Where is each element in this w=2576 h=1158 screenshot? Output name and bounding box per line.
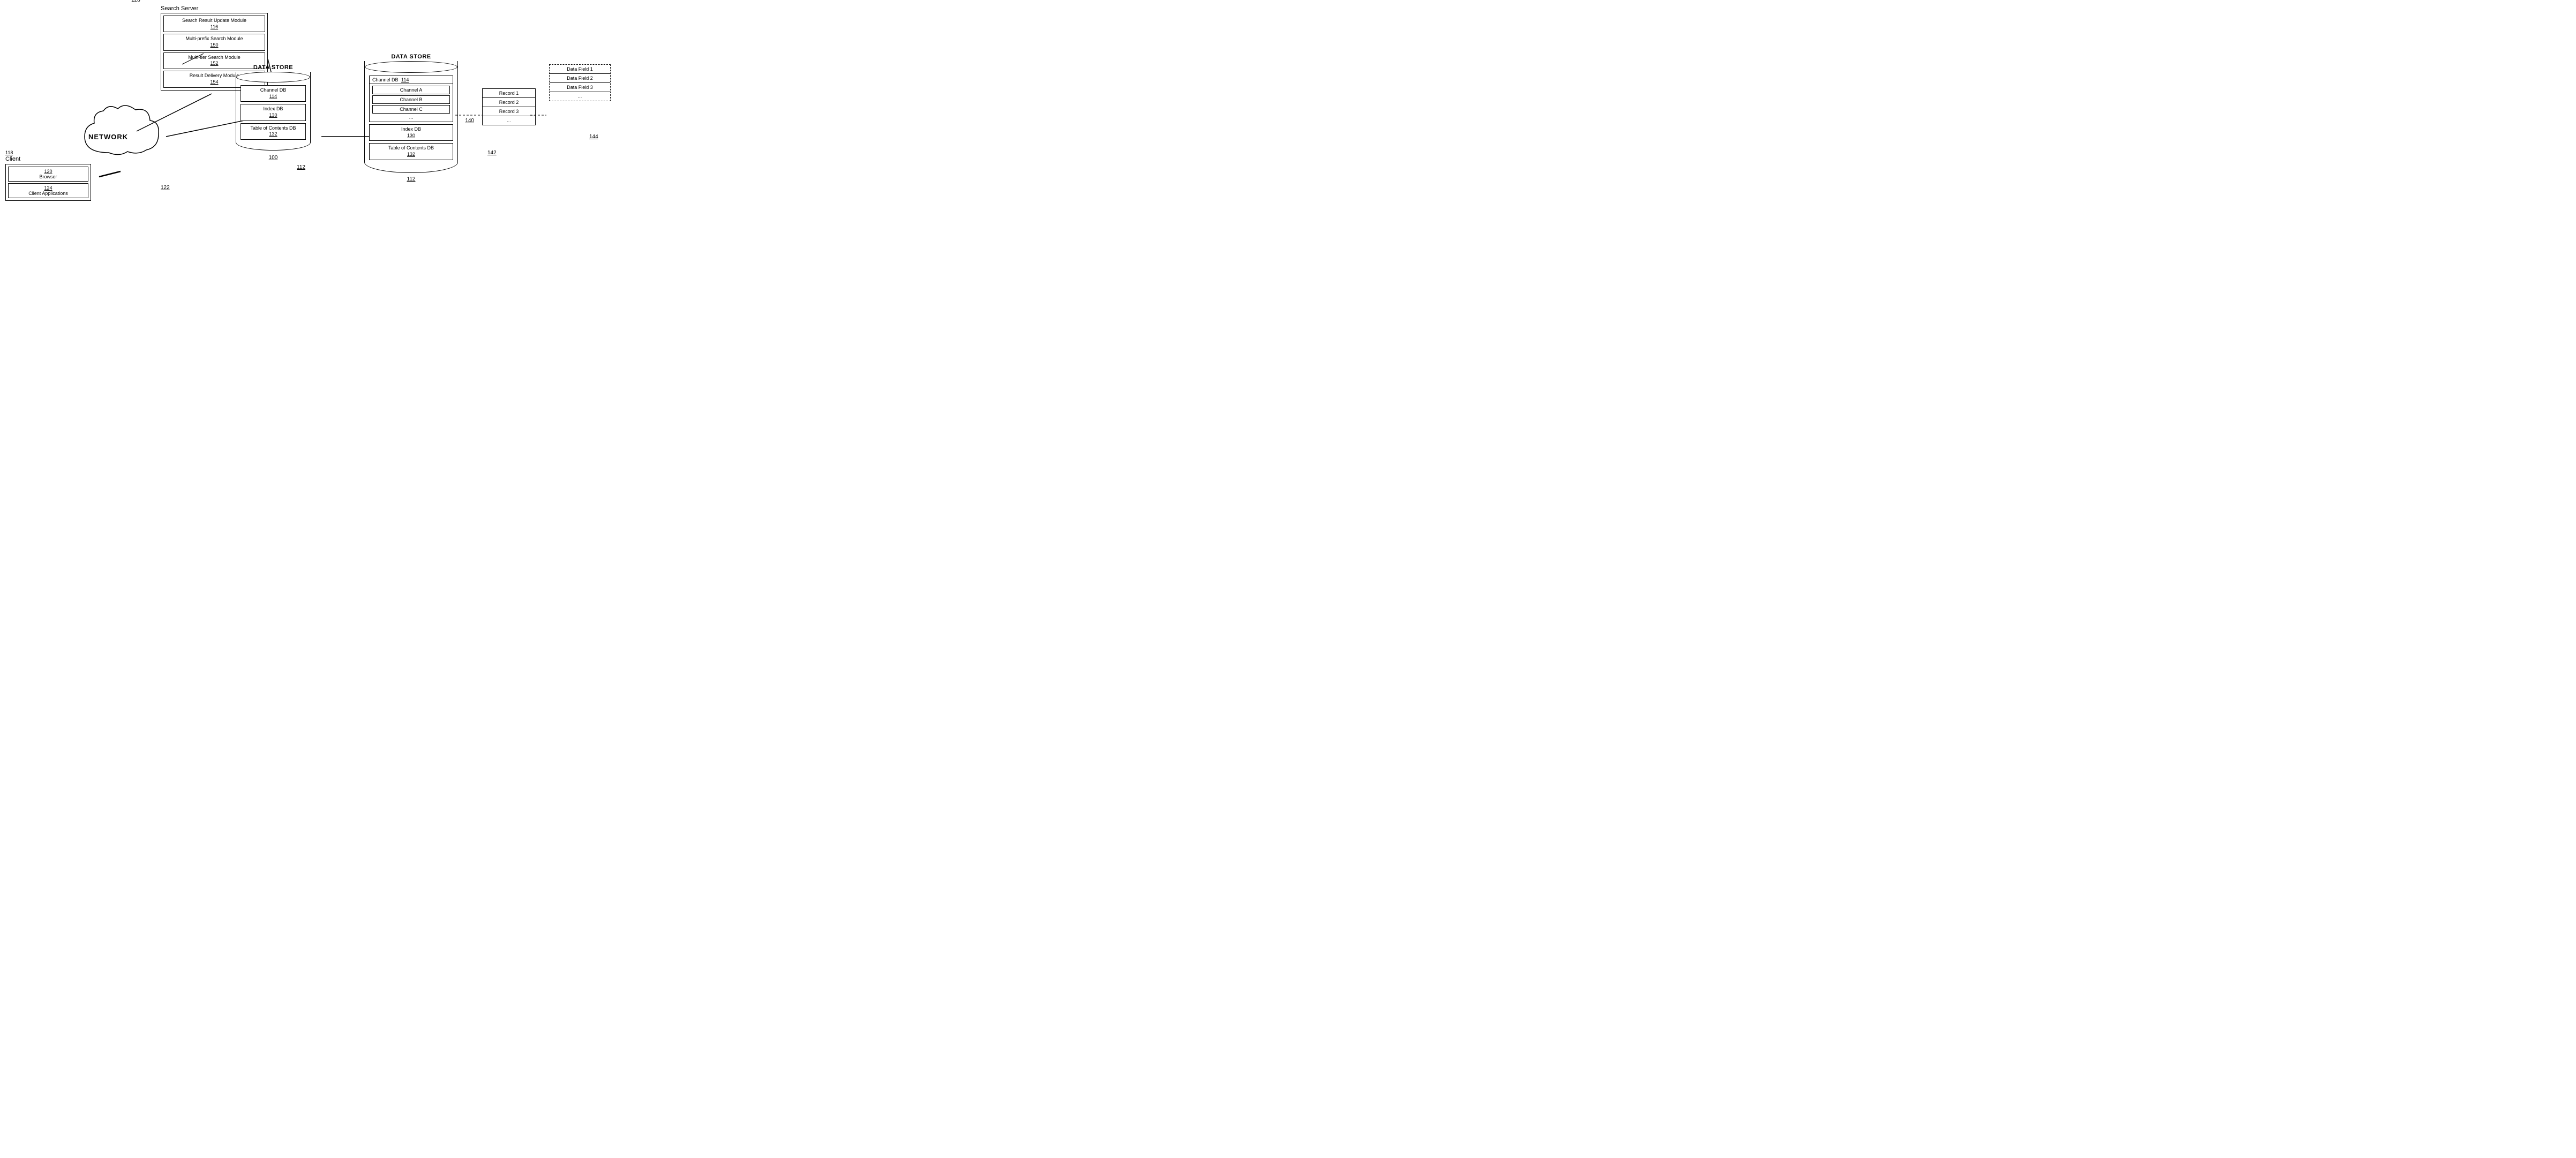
ref-144: 144 xyxy=(589,134,598,140)
datafields-table: Data Field 1 Data Field 2 Data Field 3 .… xyxy=(549,64,611,101)
diagram-lines xyxy=(0,0,643,289)
datafield-ellipsis: ... xyxy=(550,92,610,101)
diagram: Search Server Search Result Update Modul… xyxy=(0,0,643,289)
browser-box: 120 Browser xyxy=(8,167,88,182)
ds1-channel-db: Channel DB 114 xyxy=(241,85,306,102)
record-ellipsis: ... xyxy=(483,116,535,125)
module-multiprefix: Multi-prefix Search Module 150 xyxy=(163,34,265,50)
records-table: Record 1 Record 2 Record 3 ... xyxy=(482,88,536,125)
ds2-channel-db: Channel DB 114 Channel A Channel B Chann… xyxy=(369,76,453,122)
module-search-result: Search Result Update Module 116 xyxy=(163,16,265,32)
client-label: Client xyxy=(5,156,91,162)
record-3: Record 3 xyxy=(483,107,535,116)
client-ref: 118 xyxy=(5,150,91,155)
ds2-toc-db: Table of Contents DB 132 xyxy=(369,143,453,160)
channel-a: Channel A xyxy=(372,86,450,94)
ds2-index-db: Index DB 130 xyxy=(369,124,453,141)
datastore1: DATA STORE Channel DB 114 Index DB 130 T… xyxy=(236,64,311,161)
ds1-toc-db: Table of Contents DB 132 xyxy=(241,123,306,140)
record-1: Record 1 xyxy=(483,89,535,98)
search-server-label: Search Server xyxy=(161,5,268,12)
channel-c: Channel C xyxy=(372,105,450,114)
client-box: 118 Client 120 Browser 124 Client Applic… xyxy=(5,150,91,201)
channel-ellipsis: ... xyxy=(372,115,450,120)
channel-b: Channel B xyxy=(372,95,450,104)
ds2-ref-112: 112 xyxy=(364,176,458,182)
datafield-1: Data Field 1 xyxy=(550,65,610,74)
datafield-2: Data Field 2 xyxy=(550,74,610,83)
datafield-3: Data Field 3 xyxy=(550,83,610,92)
ref-122: 122 xyxy=(161,185,170,191)
ref-100: 100 xyxy=(236,155,311,161)
datastore2: DATA STORE Channel DB 114 Channel A Chan… xyxy=(364,54,458,182)
datastore1-label: DATA STORE xyxy=(236,64,311,71)
datastore2-label: DATA STORE xyxy=(364,54,458,60)
client-apps-box: 124 Client Applications xyxy=(8,183,88,198)
ds1-index-db: Index DB 130 xyxy=(241,104,306,121)
ref-128: 128 xyxy=(131,0,140,3)
network-label: NETWORK xyxy=(88,133,128,141)
ds1-ref-112: 112 xyxy=(297,164,305,170)
ref-140: 140 xyxy=(465,118,474,124)
record-2: Record 2 xyxy=(483,98,535,107)
client-inner-box: 120 Browser 124 Client Applications xyxy=(5,164,91,201)
ref-142: 142 xyxy=(487,150,497,156)
